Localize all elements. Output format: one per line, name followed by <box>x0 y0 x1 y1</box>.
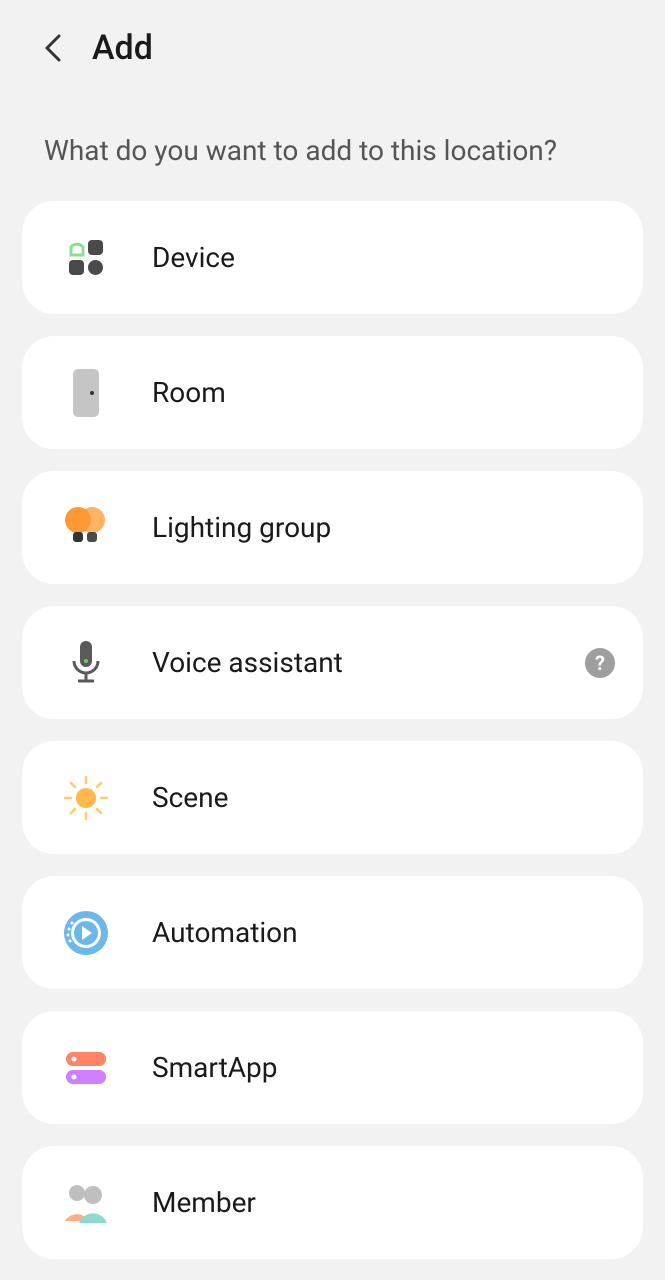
option-label: Room <box>152 376 615 409</box>
option-list: Device Room Lighting group <box>0 201 665 1259</box>
option-label: Device <box>152 241 615 274</box>
prompt-text: What do you want to add to this location… <box>0 86 665 201</box>
option-lighting-group[interactable]: Lighting group <box>22 471 643 584</box>
option-member[interactable]: Member <box>22 1146 643 1259</box>
option-label: Lighting group <box>152 511 615 544</box>
option-label: Voice assistant <box>152 646 585 679</box>
option-label: Automation <box>152 916 615 949</box>
option-automation[interactable]: Automation <box>22 876 643 989</box>
page-title: Add <box>92 28 153 68</box>
device-icon <box>50 230 122 286</box>
automation-icon <box>50 905 122 961</box>
option-smartapp[interactable]: SmartApp <box>22 1011 643 1124</box>
lighting-icon <box>50 500 122 556</box>
back-icon[interactable] <box>40 34 68 62</box>
header: Add <box>0 0 665 86</box>
option-room[interactable]: Room <box>22 336 643 449</box>
member-icon <box>50 1175 122 1231</box>
smartapp-icon <box>50 1040 122 1096</box>
scene-icon <box>50 770 122 826</box>
option-label: Scene <box>152 781 615 814</box>
help-icon[interactable]: ? <box>585 648 615 678</box>
option-voice-assistant[interactable]: Voice assistant ? <box>22 606 643 719</box>
voice-icon <box>50 635 122 691</box>
option-scene[interactable]: Scene <box>22 741 643 854</box>
option-device[interactable]: Device <box>22 201 643 314</box>
room-icon <box>50 365 122 421</box>
option-label: Member <box>152 1186 615 1219</box>
option-label: SmartApp <box>152 1051 615 1084</box>
